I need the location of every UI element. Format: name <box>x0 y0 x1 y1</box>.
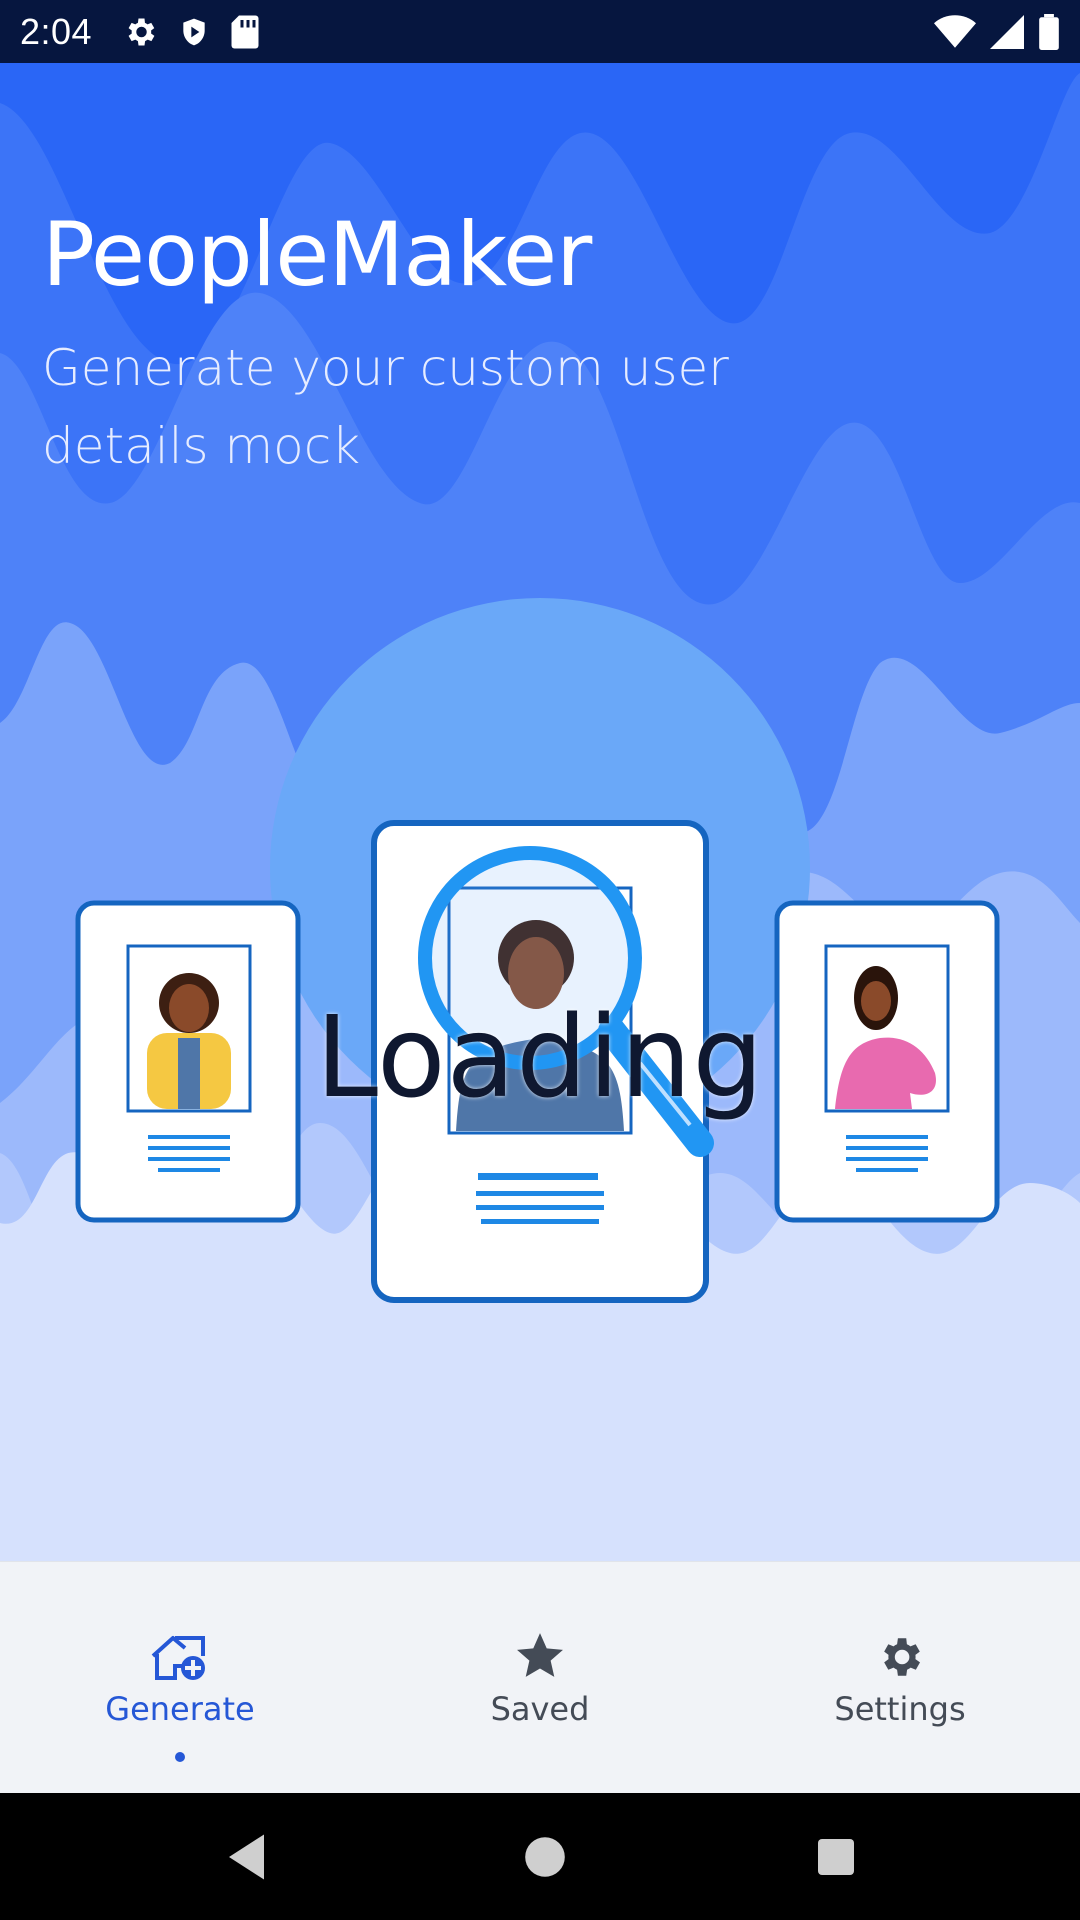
gear-icon <box>870 1630 930 1684</box>
signal-icon <box>990 14 1024 49</box>
home-icon[interactable] <box>523 1835 567 1879</box>
battery-icon <box>1039 13 1059 50</box>
home-add-icon <box>150 1630 210 1684</box>
back-icon[interactable] <box>224 1832 274 1882</box>
sd-card-icon <box>231 15 259 48</box>
nav-label-settings: Settings <box>834 1690 966 1728</box>
hero-area: PeopleMaker Generate your custom user de… <box>0 63 1080 1561</box>
nav-item-settings[interactable]: Settings <box>720 1562 1080 1793</box>
nav-label-saved: Saved <box>490 1690 590 1728</box>
loading-label: Loading <box>315 993 765 1123</box>
star-icon <box>510 1630 570 1684</box>
nav-item-generate[interactable]: Generate <box>0 1562 360 1793</box>
active-indicator-dot <box>175 1752 185 1762</box>
nav-label-generate: Generate <box>105 1690 255 1728</box>
system-navigation-bar <box>0 1793 1080 1920</box>
recents-icon[interactable] <box>816 1837 856 1877</box>
status-bar: 2:04 <box>0 0 1080 63</box>
wifi-icon <box>934 14 976 48</box>
bottom-navigation: Generate Saved Settings <box>0 1561 1080 1793</box>
profiles-illustration <box>75 598 1000 1303</box>
gear-icon <box>128 18 155 45</box>
nav-item-saved[interactable]: Saved <box>360 1562 720 1793</box>
status-time: 2:04 <box>20 10 93 52</box>
shield-icon <box>183 18 205 45</box>
